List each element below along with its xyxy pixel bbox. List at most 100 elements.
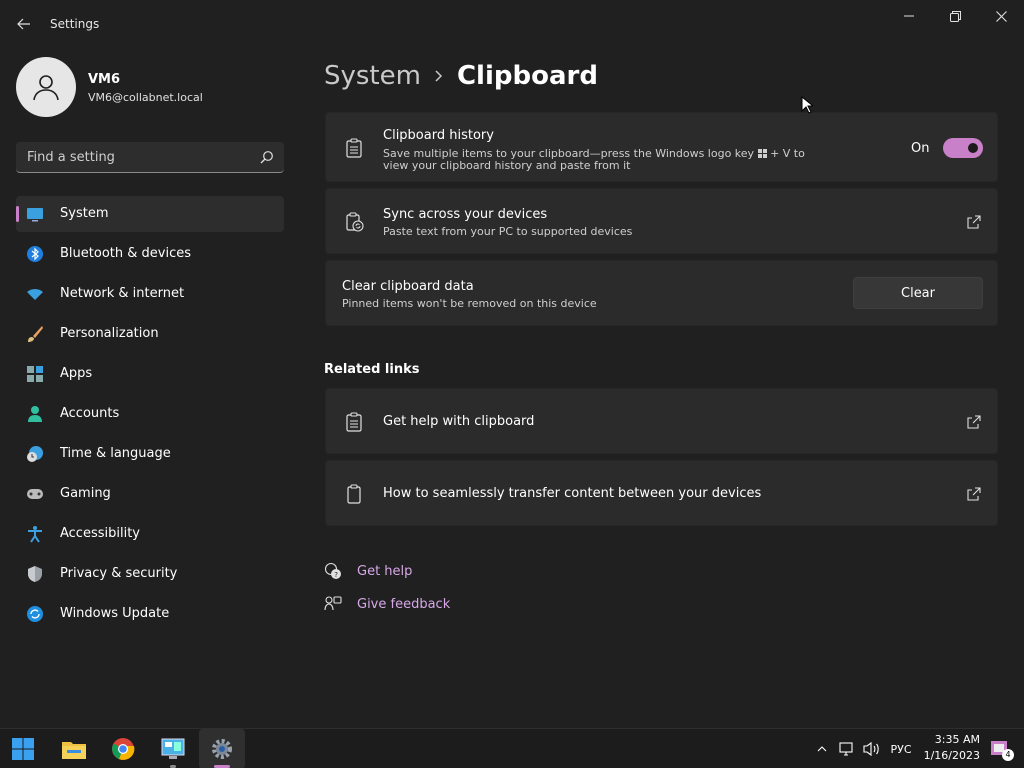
sidebar-item-label: Personalization — [60, 326, 159, 341]
svg-text:?: ? — [334, 571, 338, 579]
notifications-button[interactable]: 4 — [988, 737, 1014, 761]
clipboard-history-toggle[interactable] — [943, 138, 983, 158]
search-box[interactable] — [16, 142, 284, 173]
person-icon — [33, 75, 59, 101]
close-button[interactable] — [978, 4, 1024, 28]
get-help-label: Get help — [357, 563, 413, 579]
taskbar-control-panel[interactable] — [150, 729, 196, 768]
wifi-icon — [27, 289, 43, 300]
chevron-right-icon — [435, 70, 443, 82]
sidebar-item-bluetooth[interactable]: Bluetooth & devices — [16, 236, 284, 272]
volume-button[interactable] — [860, 739, 882, 759]
related-link-label: How to seamlessly transfer content betwe… — [383, 486, 762, 501]
clipboard-history-subtitle: Save multiple items to your clipboard—pr… — [383, 148, 823, 172]
sidebar-item-label: Privacy & security — [60, 566, 178, 581]
back-button[interactable] — [12, 12, 36, 36]
taskbar-chrome[interactable] — [100, 729, 146, 768]
open-external-icon — [967, 415, 981, 429]
sidebar-item-windows-update[interactable]: Windows Update — [16, 596, 284, 632]
clear-button[interactable]: Clear — [853, 277, 983, 309]
input-language-indicator[interactable]: РУС — [886, 739, 916, 759]
title-bar: Settings — [0, 0, 1024, 48]
breadcrumb-parent[interactable]: System — [324, 61, 421, 91]
sidebar-item-network[interactable]: Network & internet — [16, 276, 284, 312]
clock-date: 1/16/2023 — [923, 749, 980, 762]
sidebar-item-label: Accessibility — [60, 526, 140, 541]
sidebar-item-apps[interactable]: Apps — [16, 356, 284, 392]
related-link-label: Get help with clipboard — [383, 414, 535, 429]
sidebar-item-gaming[interactable]: Gaming — [16, 476, 284, 512]
clipboard-icon — [347, 484, 361, 504]
sidebar-item-accessibility[interactable]: Accessibility — [16, 516, 284, 552]
sync-devices-title: Sync across your devices — [383, 207, 548, 222]
accessibility-icon — [28, 526, 42, 543]
give-feedback-label: Give feedback — [357, 596, 451, 612]
clear-clipboard-title: Clear clipboard data — [342, 279, 474, 294]
sync-devices-card[interactable]: Sync across your devices Paste text from… — [325, 188, 998, 254]
sidebar-item-label: Gaming — [60, 486, 111, 501]
gamepad-icon — [27, 489, 43, 499]
network-monitor-icon — [839, 742, 853, 756]
network-status-button[interactable] — [836, 739, 856, 759]
clear-clipboard-card: Clear clipboard data Pinned items won't … — [325, 260, 998, 326]
person-icon — [28, 406, 42, 422]
notification-count-badge: 4 — [1002, 749, 1014, 761]
apps-icon — [27, 366, 43, 382]
show-hidden-icons-button[interactable] — [814, 739, 830, 759]
toggle-knob — [968, 143, 978, 153]
sidebar-item-system[interactable]: System — [16, 196, 284, 232]
sidebar-item-label: Accounts — [60, 406, 120, 421]
control-panel-icon — [161, 738, 185, 759]
sidebar-item-privacy[interactable]: Privacy & security — [16, 556, 284, 592]
open-external-icon — [967, 487, 981, 501]
user-name: VM6 — [88, 72, 121, 87]
taskbar-clock[interactable]: 3:35 AM 1/16/2023 — [920, 732, 980, 764]
update-icon — [27, 606, 43, 622]
related-link-transfer-content[interactable]: How to seamlessly transfer content betwe… — [325, 460, 998, 526]
sidebar-item-accounts[interactable]: Accounts — [16, 396, 284, 432]
restore-button[interactable] — [932, 4, 978, 28]
taskbar-settings[interactable] — [199, 729, 245, 768]
speaker-icon — [863, 741, 879, 757]
chevron-up-icon — [817, 746, 827, 752]
bluetooth-icon — [27, 246, 43, 262]
chrome-icon — [112, 738, 135, 760]
give-feedback-link[interactable]: Give feedback — [324, 593, 450, 615]
minimize-button[interactable] — [886, 4, 932, 28]
sidebar-item-label: Time & language — [60, 446, 171, 461]
clipboard-sync-icon — [346, 212, 364, 232]
feedback-icon — [324, 596, 342, 611]
brush-icon — [28, 326, 43, 342]
monitor-icon — [27, 208, 43, 222]
sync-devices-subtitle: Paste text from your PC to supported dev… — [383, 225, 633, 238]
clipboard-list-icon — [346, 412, 362, 432]
sidebar-item-personalization[interactable]: Personalization — [16, 316, 284, 352]
sidebar-item-label: Apps — [60, 366, 93, 381]
related-link-clipboard-help[interactable]: Get help with clipboard — [325, 388, 998, 454]
sidebar-nav: System Bluetooth & devices Network & int… — [16, 196, 284, 636]
help-chat-icon: ? — [324, 562, 341, 579]
sidebar-item-time-language[interactable]: Time & language — [16, 436, 284, 472]
back-arrow-icon — [17, 18, 30, 30]
taskbar: РУС 3:35 AM 1/16/2023 4 — [0, 728, 1024, 768]
get-help-link[interactable]: ? Get help — [324, 560, 412, 582]
search-input[interactable] — [16, 142, 256, 172]
start-icon — [12, 738, 34, 760]
settings-gear-icon — [212, 739, 232, 759]
related-links-heading: Related links — [324, 362, 420, 377]
mouse-cursor-icon — [801, 96, 813, 114]
start-button[interactable] — [0, 729, 46, 768]
sidebar-item-label: Bluetooth & devices — [60, 246, 191, 261]
clipboard-history-card: Clipboard history Save multiple items to… — [325, 112, 998, 182]
toggle-state-label: On — [911, 141, 930, 156]
sidebar-item-label: Windows Update — [60, 606, 170, 621]
taskbar-file-explorer[interactable] — [51, 729, 97, 768]
page-title: Clipboard — [456, 61, 598, 91]
windows-logo-icon — [757, 149, 767, 158]
sidebar-item-label: Network & internet — [60, 286, 185, 301]
globe-clock-icon — [27, 446, 43, 462]
user-email: VM6@collabnet.local — [88, 91, 203, 104]
search-icon[interactable] — [260, 150, 274, 164]
sidebar-item-label: System — [60, 206, 109, 221]
avatar[interactable] — [16, 57, 76, 117]
